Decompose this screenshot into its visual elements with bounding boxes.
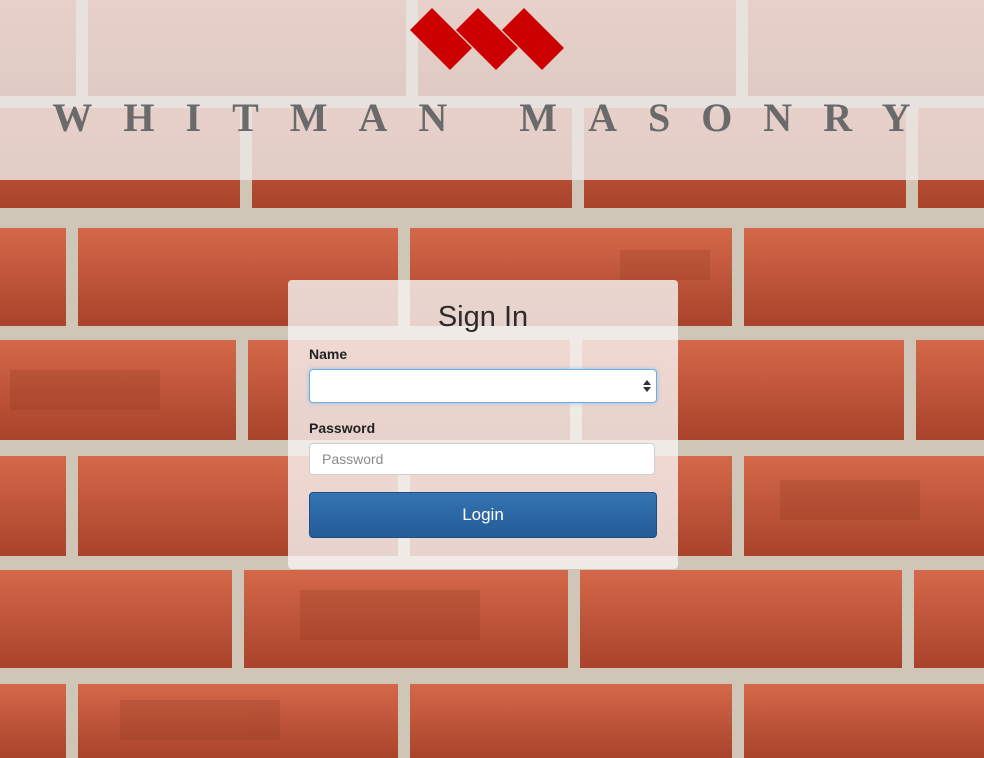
name-select[interactable] [309, 369, 657, 403]
password-input[interactable] [309, 443, 655, 475]
password-label: Password [309, 420, 376, 436]
name-label: Name [309, 346, 348, 362]
panel-title: Sign In [437, 301, 529, 333]
sign-in-panel: Sign In Name Password Login [288, 280, 678, 569]
select-arrows-icon [643, 380, 651, 392]
login-page: WHITMAN MASONRY Sign In Name Password Lo… [0, 0, 984, 758]
red-diamond-triple-logo [410, 8, 564, 70]
login-button[interactable]: Login [309, 492, 657, 538]
brand-name: WHITMAN MASONRY [52, 95, 942, 140]
